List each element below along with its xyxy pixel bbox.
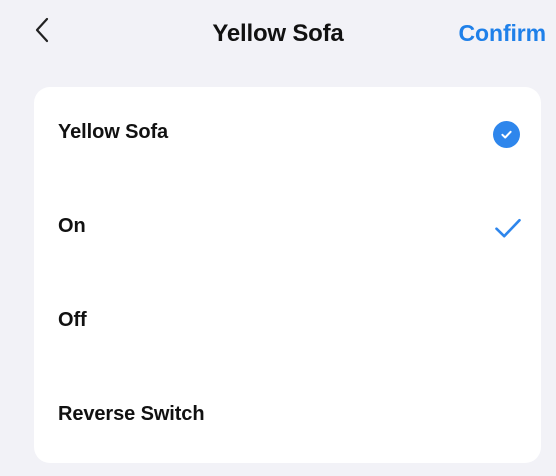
checkmark-icon (493, 216, 523, 240)
option-label: Reverse Switch (58, 403, 205, 425)
option-label: On (58, 215, 86, 237)
back-button[interactable] (28, 16, 56, 44)
options-card: Yellow Sofa On Off Reverse Switch (34, 87, 541, 463)
option-label: Yellow Sofa (58, 121, 169, 143)
option-reverse-switch[interactable]: Reverse Switch (34, 369, 541, 463)
device-option-screen: Yellow Sofa Confirm Yellow Sofa On Off R (0, 0, 556, 476)
filled-circle-check-icon (493, 121, 520, 148)
option-label: Off (58, 309, 87, 331)
option-on[interactable]: On (34, 181, 541, 275)
option-off[interactable]: Off (34, 275, 541, 369)
confirm-button[interactable]: Confirm (459, 17, 547, 49)
page-title: Yellow Sofa (212, 20, 344, 47)
option-yellow-sofa[interactable]: Yellow Sofa (34, 87, 541, 181)
chevron-left-icon (35, 17, 49, 43)
top-navigation-bar: Yellow Sofa Confirm (0, 0, 556, 68)
